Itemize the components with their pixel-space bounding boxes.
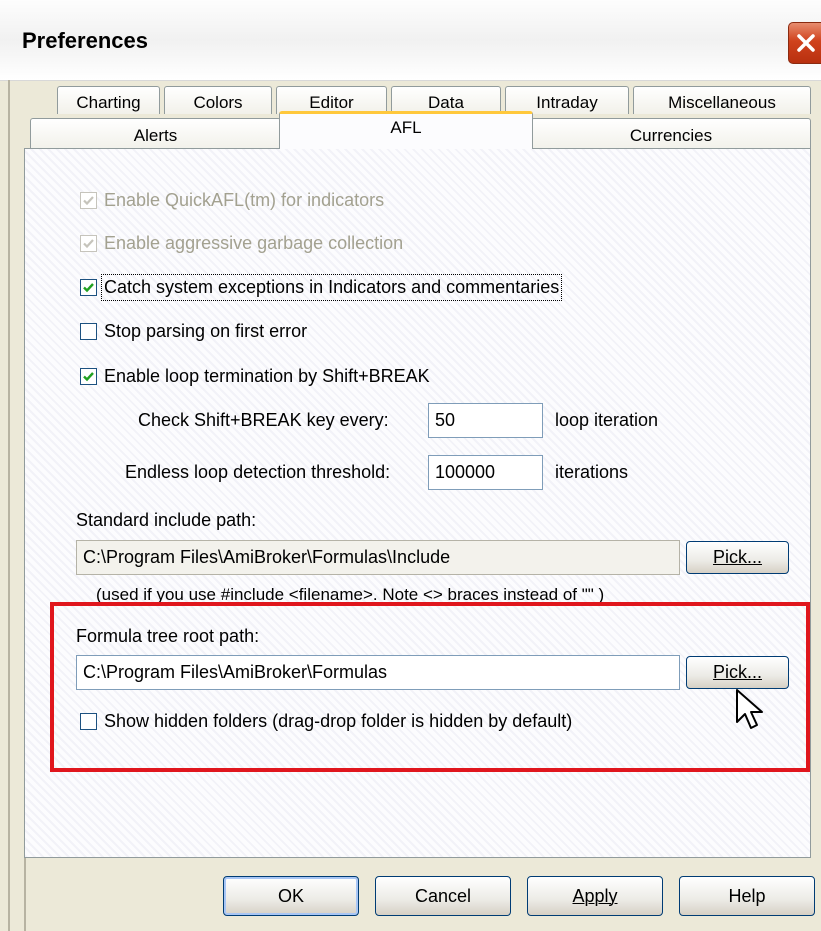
tab-currencies[interactable]: Currencies: [531, 118, 811, 149]
catch-exceptions-option[interactable]: Catch system exceptions in Indicators an…: [80, 274, 563, 301]
quickafl-option[interactable]: Enable QuickAFL(tm) for indicators: [80, 190, 384, 211]
loop-termination-option[interactable]: Enable loop termination by Shift+BREAK: [80, 366, 430, 387]
tab-label: Alerts: [133, 126, 178, 145]
window-title: Preferences: [22, 28, 148, 53]
tab-intraday[interactable]: Intraday: [505, 86, 629, 114]
check-break-suffix: loop iteration: [555, 410, 659, 430]
preferences-dialog: Preferences Charting Colors Editor Data …: [0, 0, 821, 931]
tab-label: Charting: [76, 92, 141, 112]
catch-exceptions-checkbox[interactable]: [80, 279, 97, 296]
close-button[interactable]: [788, 22, 821, 64]
quickafl-checkbox[interactable]: [80, 192, 97, 209]
tab-alerts[interactable]: Alerts: [30, 118, 281, 149]
checkmark-icon: [83, 372, 94, 382]
tab-label: Miscellaneous: [668, 92, 776, 112]
include-path-label: Standard include path:: [76, 510, 257, 530]
checkmark-icon: [83, 283, 94, 293]
tab-afl[interactable]: AFL: [279, 111, 533, 149]
ok-label: OK: [277, 885, 304, 906]
stop-parsing-checkbox[interactable]: [80, 323, 97, 340]
aggressive-gc-checkbox[interactable]: [80, 235, 97, 252]
close-icon: [796, 34, 815, 52]
tab-charting[interactable]: Charting: [57, 86, 160, 114]
cancel-button[interactable]: Cancel: [375, 876, 511, 916]
highlight-box: [50, 602, 810, 772]
window-frame: [8, 80, 10, 931]
endless-loop-suffix: iterations: [555, 462, 629, 482]
cancel-label: Cancel: [414, 885, 472, 906]
tab-label: Intraday: [536, 92, 598, 112]
catch-exceptions-label: Catch system exceptions in Indicators an…: [100, 274, 563, 301]
aggressive-gc-label: Enable aggressive garbage collection: [104, 233, 404, 253]
checkmark-icon: [83, 239, 94, 249]
tab-label: Editor: [309, 92, 354, 112]
include-path-field[interactable]: C:\Program Files\AmiBroker\Formulas\Incl…: [76, 540, 680, 575]
apply-button[interactable]: Apply: [527, 876, 663, 916]
apply-label: Apply: [572, 885, 618, 906]
tab-miscellaneous[interactable]: Miscellaneous: [633, 86, 811, 114]
check-break-field[interactable]: 50: [428, 403, 543, 438]
tab-label: Data: [428, 92, 464, 112]
help-label: Help: [728, 885, 766, 906]
loop-termination-label: Enable loop termination by Shift+BREAK: [104, 366, 430, 386]
stop-parsing-label: Stop parsing on first error: [104, 321, 308, 341]
include-pick-button[interactable]: Pick...: [686, 541, 789, 574]
mouse-pointer-icon: [736, 689, 763, 729]
aggressive-gc-option[interactable]: Enable aggressive garbage collection: [80, 233, 403, 254]
tab-editor[interactable]: Editor: [276, 86, 387, 114]
help-button[interactable]: Help: [679, 876, 815, 916]
tab-label: AFL: [390, 118, 422, 137]
endless-loop-field[interactable]: 100000: [428, 455, 543, 490]
quickafl-label: Enable QuickAFL(tm) for indicators: [104, 190, 385, 210]
include-pick-label: Pick...: [712, 547, 762, 567]
tab-data[interactable]: Data: [391, 86, 501, 114]
tab-label: Currencies: [629, 126, 713, 145]
stop-parsing-option[interactable]: Stop parsing on first error: [80, 321, 307, 342]
tab-label: Colors: [193, 92, 243, 112]
ok-button[interactable]: OK: [223, 876, 359, 916]
endless-loop-label: Endless loop detection threshold:: [125, 462, 391, 482]
checkmark-icon: [83, 196, 94, 206]
title-bar[interactable]: Preferences: [0, 0, 821, 81]
tab-colors[interactable]: Colors: [164, 86, 272, 114]
check-break-label: Check Shift+BREAK key every:: [138, 410, 389, 430]
window-frame: [24, 858, 26, 931]
loop-termination-checkbox[interactable]: [80, 368, 97, 385]
